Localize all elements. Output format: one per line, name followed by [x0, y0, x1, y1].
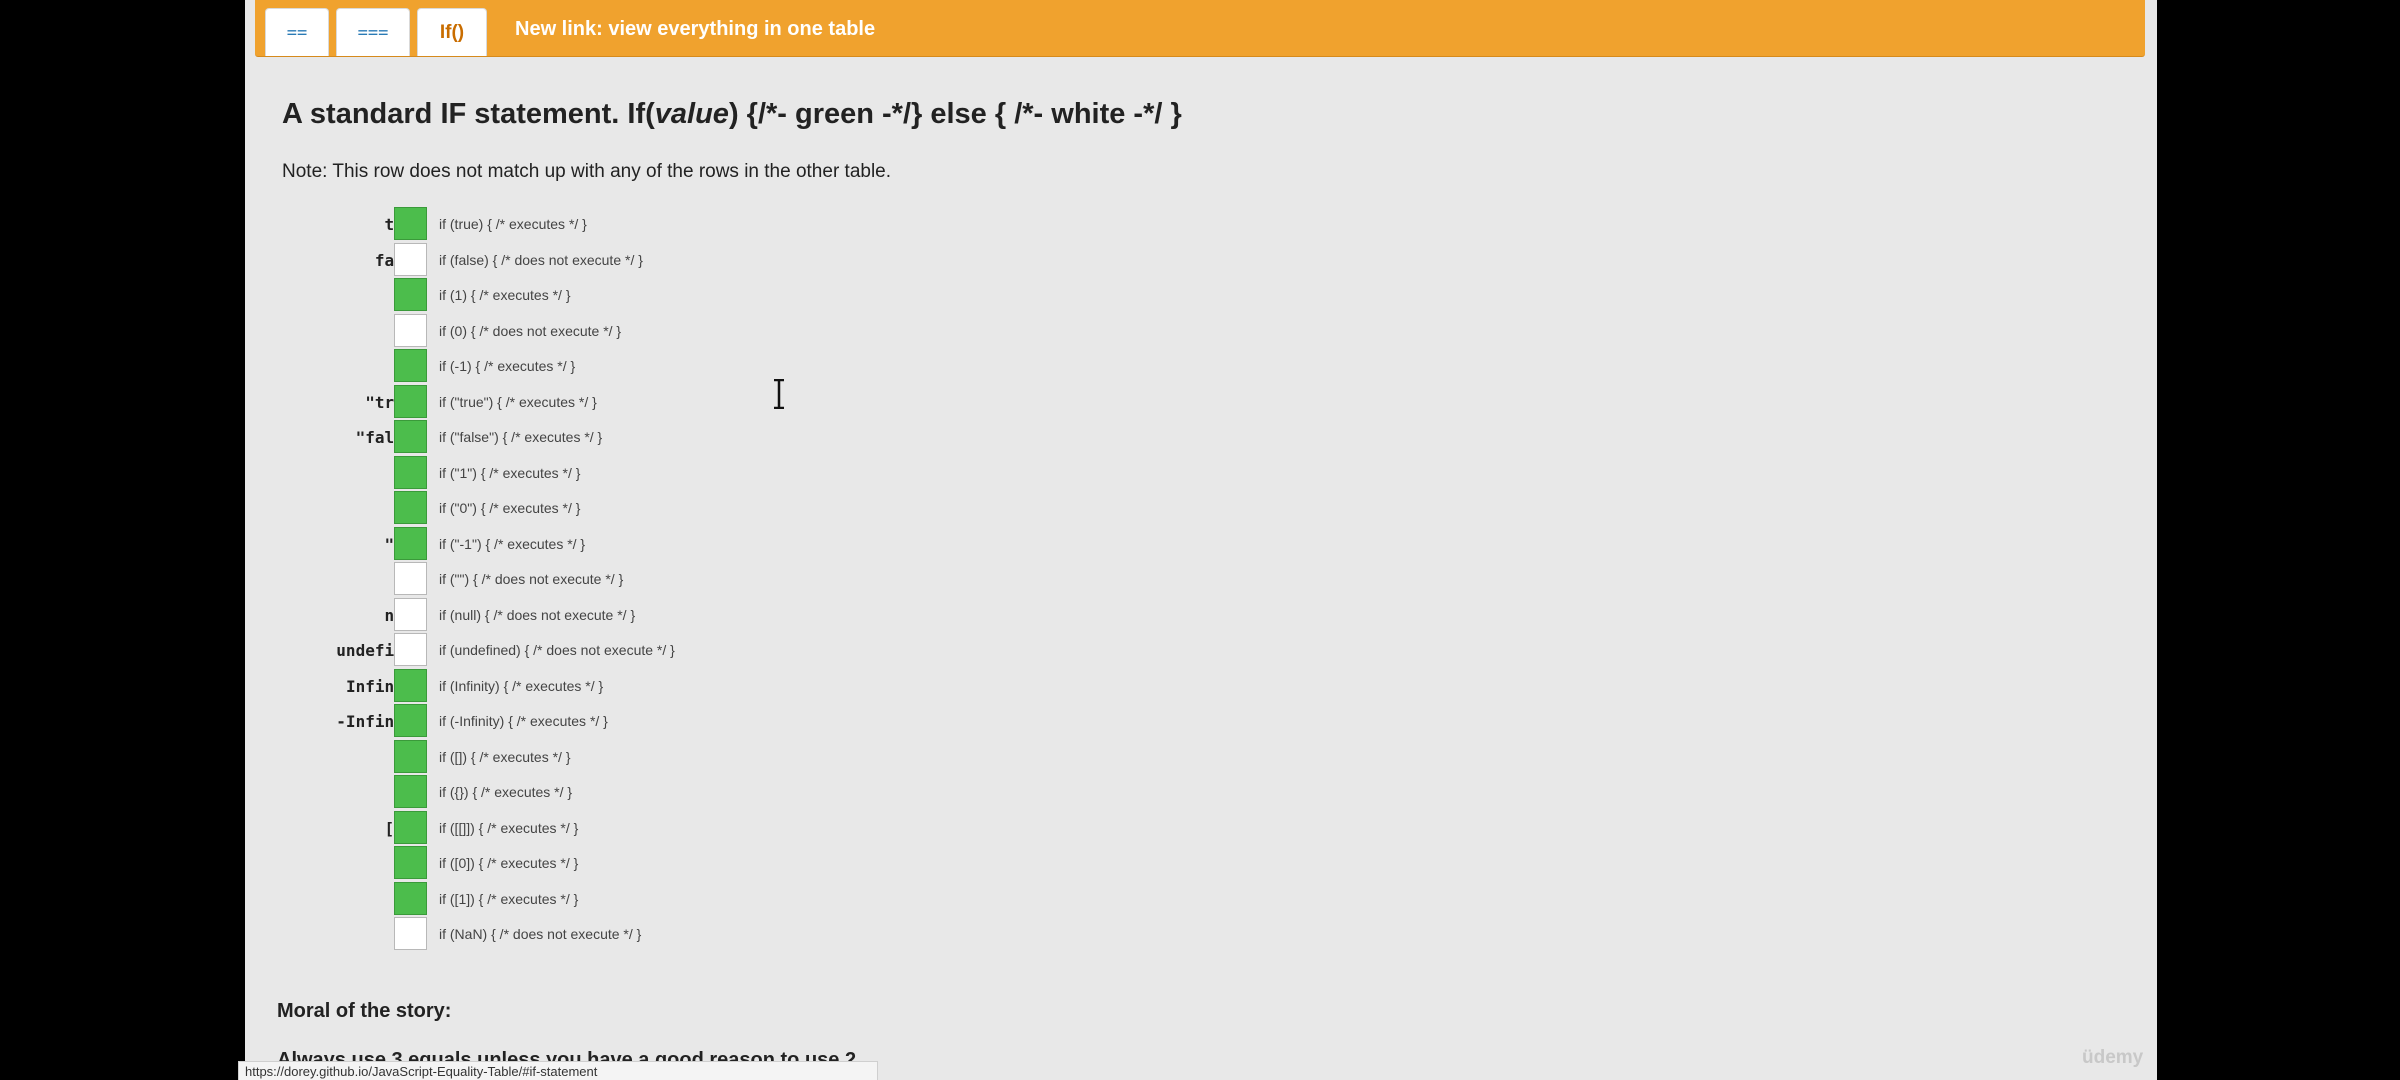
row-code-text: if (null) { /* does not execute */ } — [439, 606, 636, 623]
no-execute-white-cell — [394, 917, 427, 950]
table-row: trueif (true) { /* executes */ } — [245, 207, 1045, 242]
row-code-text: if (0) { /* does not execute */ } — [439, 322, 622, 339]
udemy-watermark: üdemy — [2082, 1047, 2144, 1068]
table-row: "1"if ("1") { /* executes */ } — [245, 455, 1045, 491]
no-execute-white-cell — [394, 242, 427, 276]
row-code-text: if ([0]) { /* executes */ } — [439, 855, 579, 871]
executes-green-cell — [394, 526, 427, 560]
executes-green-cell — [394, 420, 427, 453]
new-link[interactable]: New link: view everything in one table — [515, 18, 875, 41]
row-code-text: if (1) { /* executes */ } — [439, 287, 571, 303]
table-row: 1if (1) { /* executes */ } — [245, 278, 1045, 313]
table-row: [[]]if ([[]]) { /* executes */ } — [245, 810, 1045, 846]
row-code-text: if (true) { /* executes */ } — [439, 216, 587, 232]
executes-green-cell — [394, 278, 427, 311]
table-row: "0"if ("0") { /* executes */ } — [245, 491, 1045, 526]
table-row: ""if ("") { /* does not execute */ } — [245, 562, 1045, 597]
tab-strict-equality[interactable]: === — [336, 8, 410, 56]
tab-if-statement[interactable]: If() — [417, 8, 487, 56]
row-code-text: if (-Infinity) { /* executes */ } — [439, 713, 608, 729]
no-execute-white-cell — [394, 313, 427, 347]
row-code-text: if ([1]) { /* executes */ } — [439, 890, 579, 907]
top-nav-bar: == === If() New link: view everything in… — [255, 0, 2145, 57]
executes-green-cell — [394, 704, 427, 737]
executes-green-cell — [394, 668, 427, 702]
table-row: {}if ({}) { /* executes */ } — [245, 775, 1045, 810]
table-row: -1if (-1) { /* executes */ } — [245, 349, 1045, 384]
row-code-text: if ("-1") { /* executes */ } — [439, 535, 586, 552]
no-execute-white-cell — [394, 633, 427, 666]
note-text: Note: This row does not match up with an… — [282, 161, 892, 182]
tab-loose-equality[interactable]: == — [265, 8, 329, 56]
executes-green-cell — [394, 810, 427, 844]
row-code-text: if ("") { /* does not execute */ } — [439, 571, 624, 587]
table-row: [1]if ([1]) { /* executes */ } — [245, 881, 1045, 917]
no-execute-white-cell — [394, 562, 427, 595]
row-code-text: if ("1") { /* executes */ } — [439, 464, 581, 481]
table-row: falseif (false) { /* does not execute */… — [245, 242, 1045, 278]
executes-green-cell — [394, 384, 427, 418]
table-row: undefined if (undefined) { /* does not ex… — [245, 633, 1045, 668]
table-row: -Infinity if (-Infinity) { /* executes */… — [245, 704, 1045, 739]
executes-green-cell — [394, 739, 427, 773]
table-row: []if ([]) { /* executes */ } — [245, 739, 1045, 775]
executes-green-cell — [394, 207, 427, 240]
executes-green-cell — [394, 881, 427, 915]
no-execute-white-cell — [394, 597, 427, 631]
table-row: "-1"if ("-1") { /* executes */ } — [245, 526, 1045, 562]
table-row: "true"if ("true") { /* executes */ } — [245, 384, 1045, 420]
row-code-text: if (-1) { /* executes */ } — [439, 358, 576, 374]
moral-heading: Moral of the story: — [277, 1000, 452, 1022]
status-bar-url: https://dorey.github.io/JavaScript-Equal… — [238, 1061, 878, 1080]
table-row: 0if (0) { /* does not execute */ } — [245, 313, 1045, 349]
row-code-text: if (NaN) { /* does not execute */ } — [439, 926, 642, 942]
text-cursor-icon — [774, 379, 784, 409]
heading-prefix: A standard IF statement. If( — [282, 98, 655, 130]
row-code-text: if ("true") { /* executes */ } — [439, 393, 597, 410]
executes-green-cell — [394, 349, 427, 382]
row-code-text: if (Infinity) { /* executes */ } — [439, 677, 604, 694]
row-code-text: if ("0") { /* executes */ } — [439, 500, 581, 516]
executes-green-cell — [394, 775, 427, 808]
table-row: Infinity if (Infinity) { /* executes */ } — [245, 668, 1045, 704]
table-row: NaNif (NaN) { /* does not execute */ } — [245, 917, 1045, 952]
heading-suffix: ) {/*- green -*/} else { /*- white -*/ } — [728, 98, 1182, 130]
row-code-text: if ("false") { /* executes */ } — [439, 429, 603, 445]
executes-green-cell — [394, 491, 427, 524]
executes-green-cell — [394, 455, 427, 489]
table-row: [0]if ([0]) { /* executes */ } — [245, 846, 1045, 881]
row-code-text: if (undefined) { /* does not execute */ … — [439, 642, 675, 658]
row-code-text: if (false) { /* does not execute */ } — [439, 251, 643, 268]
table-row: "false" if ("false") { /* executes */ } — [245, 420, 1045, 455]
page-heading: A standard IF statement. If(value) {/*- … — [282, 98, 1182, 131]
row-code-text: if ([]) { /* executes */ } — [439, 748, 571, 765]
table-row: nullif (null) { /* does not execute */ } — [245, 597, 1045, 633]
executes-green-cell — [394, 846, 427, 879]
row-code-text: if ({}) { /* executes */ } — [439, 784, 573, 800]
heading-value-word: value — [654, 98, 729, 130]
page: == === If() New link: view everything in… — [245, 0, 2157, 1080]
row-code-text: if ([[]]) { /* executes */ } — [439, 819, 579, 836]
